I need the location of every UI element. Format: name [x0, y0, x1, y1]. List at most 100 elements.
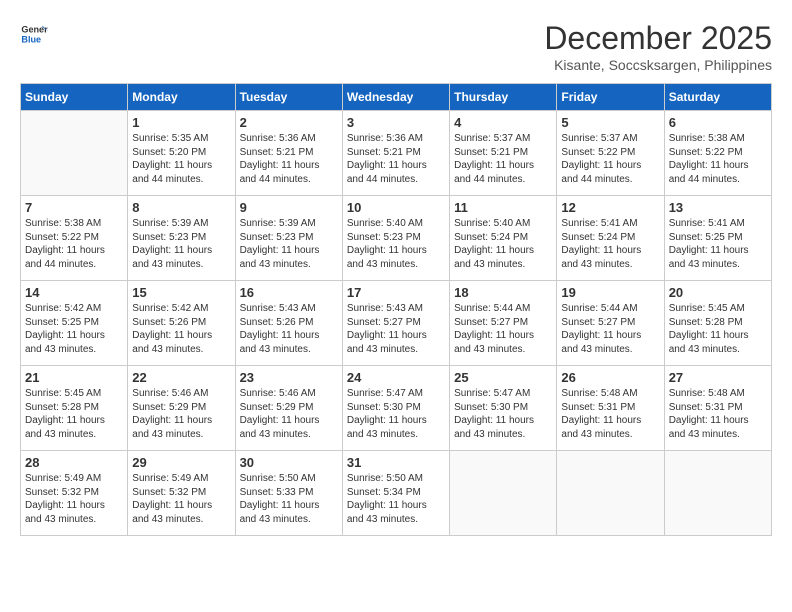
- day-number: 28: [25, 455, 123, 470]
- day-number: 25: [454, 370, 552, 385]
- week-row-4: 21 Sunrise: 5:45 AM Sunset: 5:28 PM Dayl…: [21, 366, 772, 451]
- cell-info: Sunrise: 5:44 AM Sunset: 5:27 PM Dayligh…: [454, 302, 552, 356]
- sunrise-time: Sunrise: 5:47 AM: [454, 388, 530, 399]
- table-row: 7 Sunrise: 5:38 AM Sunset: 5:22 PM Dayli…: [21, 196, 128, 281]
- table-row: 17 Sunrise: 5:43 AM Sunset: 5:27 PM Dayl…: [342, 281, 449, 366]
- cell-info: Sunrise: 5:44 AM Sunset: 5:27 PM Dayligh…: [561, 302, 659, 356]
- cell-info: Sunrise: 5:48 AM Sunset: 5:31 PM Dayligh…: [561, 387, 659, 441]
- daylight-hours: Daylight: 11 hours and 43 minutes.: [454, 415, 534, 440]
- sunrise-time: Sunrise: 5:43 AM: [240, 303, 316, 314]
- sunrise-time: Sunrise: 5:49 AM: [25, 473, 101, 484]
- sunset-time: Sunset: 5:23 PM: [240, 232, 314, 243]
- sunset-time: Sunset: 5:28 PM: [25, 402, 99, 413]
- table-row: 3 Sunrise: 5:36 AM Sunset: 5:21 PM Dayli…: [342, 111, 449, 196]
- daylight-hours: Daylight: 11 hours and 43 minutes.: [25, 415, 105, 440]
- cell-info: Sunrise: 5:49 AM Sunset: 5:32 PM Dayligh…: [132, 472, 230, 526]
- sunset-time: Sunset: 5:22 PM: [561, 147, 635, 158]
- sunset-time: Sunset: 5:21 PM: [347, 147, 421, 158]
- sunrise-time: Sunrise: 5:39 AM: [132, 218, 208, 229]
- sunrise-time: Sunrise: 5:38 AM: [669, 133, 745, 144]
- sunset-time: Sunset: 5:21 PM: [454, 147, 528, 158]
- table-row: 15 Sunrise: 5:42 AM Sunset: 5:26 PM Dayl…: [128, 281, 235, 366]
- table-row: 31 Sunrise: 5:50 AM Sunset: 5:34 PM Dayl…: [342, 451, 449, 536]
- day-number: 19: [561, 285, 659, 300]
- table-row: 27 Sunrise: 5:48 AM Sunset: 5:31 PM Dayl…: [664, 366, 771, 451]
- logo-icon: General Blue: [20, 20, 48, 48]
- day-number: 13: [669, 200, 767, 215]
- header-wednesday: Wednesday: [342, 84, 449, 111]
- sunrise-time: Sunrise: 5:35 AM: [132, 133, 208, 144]
- sunset-time: Sunset: 5:30 PM: [454, 402, 528, 413]
- calendar-header-row: SundayMondayTuesdayWednesdayThursdayFrid…: [21, 84, 772, 111]
- table-row: 5 Sunrise: 5:37 AM Sunset: 5:22 PM Dayli…: [557, 111, 664, 196]
- week-row-2: 7 Sunrise: 5:38 AM Sunset: 5:22 PM Dayli…: [21, 196, 772, 281]
- day-number: 22: [132, 370, 230, 385]
- day-number: 20: [669, 285, 767, 300]
- sunrise-time: Sunrise: 5:36 AM: [240, 133, 316, 144]
- day-number: 1: [132, 115, 230, 130]
- sunset-time: Sunset: 5:32 PM: [25, 487, 99, 498]
- sunset-time: Sunset: 5:30 PM: [347, 402, 421, 413]
- sunset-time: Sunset: 5:26 PM: [240, 317, 314, 328]
- sunrise-time: Sunrise: 5:42 AM: [25, 303, 101, 314]
- sunrise-time: Sunrise: 5:46 AM: [240, 388, 316, 399]
- day-number: 18: [454, 285, 552, 300]
- sunrise-time: Sunrise: 5:44 AM: [454, 303, 530, 314]
- daylight-hours: Daylight: 11 hours and 43 minutes.: [240, 415, 320, 440]
- sunset-time: Sunset: 5:27 PM: [454, 317, 528, 328]
- daylight-hours: Daylight: 11 hours and 43 minutes.: [240, 330, 320, 355]
- sunset-time: Sunset: 5:23 PM: [132, 232, 206, 243]
- header-saturday: Saturday: [664, 84, 771, 111]
- daylight-hours: Daylight: 11 hours and 44 minutes.: [240, 160, 320, 185]
- daylight-hours: Daylight: 11 hours and 43 minutes.: [347, 330, 427, 355]
- day-number: 24: [347, 370, 445, 385]
- day-number: 26: [561, 370, 659, 385]
- day-number: 21: [25, 370, 123, 385]
- cell-info: Sunrise: 5:50 AM Sunset: 5:34 PM Dayligh…: [347, 472, 445, 526]
- cell-info: Sunrise: 5:43 AM Sunset: 5:27 PM Dayligh…: [347, 302, 445, 356]
- day-number: 5: [561, 115, 659, 130]
- cell-info: Sunrise: 5:46 AM Sunset: 5:29 PM Dayligh…: [132, 387, 230, 441]
- sunset-time: Sunset: 5:21 PM: [240, 147, 314, 158]
- day-number: 2: [240, 115, 338, 130]
- table-row: 2 Sunrise: 5:36 AM Sunset: 5:21 PM Dayli…: [235, 111, 342, 196]
- table-row: 18 Sunrise: 5:44 AM Sunset: 5:27 PM Dayl…: [450, 281, 557, 366]
- daylight-hours: Daylight: 11 hours and 44 minutes.: [132, 160, 212, 185]
- table-row: 11 Sunrise: 5:40 AM Sunset: 5:24 PM Dayl…: [450, 196, 557, 281]
- month-title: December 2025: [544, 20, 772, 57]
- day-number: 8: [132, 200, 230, 215]
- sunset-time: Sunset: 5:22 PM: [669, 147, 743, 158]
- sunset-time: Sunset: 5:23 PM: [347, 232, 421, 243]
- table-row: [664, 451, 771, 536]
- week-row-1: 1 Sunrise: 5:35 AM Sunset: 5:20 PM Dayli…: [21, 111, 772, 196]
- sunrise-time: Sunrise: 5:48 AM: [669, 388, 745, 399]
- daylight-hours: Daylight: 11 hours and 44 minutes.: [454, 160, 534, 185]
- cell-info: Sunrise: 5:36 AM Sunset: 5:21 PM Dayligh…: [347, 132, 445, 186]
- daylight-hours: Daylight: 11 hours and 43 minutes.: [454, 245, 534, 270]
- cell-info: Sunrise: 5:39 AM Sunset: 5:23 PM Dayligh…: [240, 217, 338, 271]
- day-number: 16: [240, 285, 338, 300]
- day-number: 12: [561, 200, 659, 215]
- table-row: 12 Sunrise: 5:41 AM Sunset: 5:24 PM Dayl…: [557, 196, 664, 281]
- table-row: 19 Sunrise: 5:44 AM Sunset: 5:27 PM Dayl…: [557, 281, 664, 366]
- day-number: 17: [347, 285, 445, 300]
- table-row: 26 Sunrise: 5:48 AM Sunset: 5:31 PM Dayl…: [557, 366, 664, 451]
- cell-info: Sunrise: 5:38 AM Sunset: 5:22 PM Dayligh…: [25, 217, 123, 271]
- table-row: 6 Sunrise: 5:38 AM Sunset: 5:22 PM Dayli…: [664, 111, 771, 196]
- day-number: 11: [454, 200, 552, 215]
- sunset-time: Sunset: 5:29 PM: [132, 402, 206, 413]
- table-row: [557, 451, 664, 536]
- sunset-time: Sunset: 5:27 PM: [347, 317, 421, 328]
- week-row-5: 28 Sunrise: 5:49 AM Sunset: 5:32 PM Dayl…: [21, 451, 772, 536]
- table-row: 16 Sunrise: 5:43 AM Sunset: 5:26 PM Dayl…: [235, 281, 342, 366]
- daylight-hours: Daylight: 11 hours and 43 minutes.: [132, 415, 212, 440]
- daylight-hours: Daylight: 11 hours and 43 minutes.: [132, 330, 212, 355]
- week-row-3: 14 Sunrise: 5:42 AM Sunset: 5:25 PM Dayl…: [21, 281, 772, 366]
- sunset-time: Sunset: 5:24 PM: [561, 232, 635, 243]
- daylight-hours: Daylight: 11 hours and 43 minutes.: [132, 245, 212, 270]
- sunrise-time: Sunrise: 5:38 AM: [25, 218, 101, 229]
- sunrise-time: Sunrise: 5:45 AM: [25, 388, 101, 399]
- header-tuesday: Tuesday: [235, 84, 342, 111]
- cell-info: Sunrise: 5:36 AM Sunset: 5:21 PM Dayligh…: [240, 132, 338, 186]
- daylight-hours: Daylight: 11 hours and 44 minutes.: [25, 245, 105, 270]
